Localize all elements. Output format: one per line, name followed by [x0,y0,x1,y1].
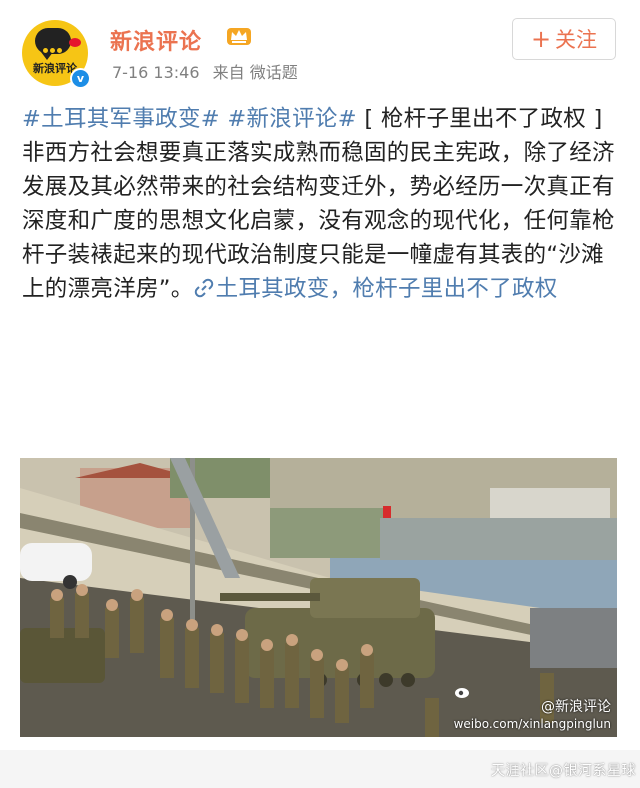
post-image[interactable]: @新浪评论 weibo.com/xinlangpinglun [20,458,617,737]
bubble-dots [43,38,65,53]
watermark-handle: @新浪评论 [541,699,611,715]
verified-badge-icon: v [70,68,91,89]
topic-link[interactable]: #新浪评论# [227,106,357,132]
post-content: #土耳其军事政变# #新浪评论# [ 枪杆子里出不了政权 ] 非西方社会想要真正… [22,102,622,306]
article-link[interactable]: 土耳其政变，枪杆子里出不了政权 [216,276,558,302]
post-meta: 7-16 13:46 来自 微话题 [112,59,306,83]
crown-icon [227,28,251,45]
page-watermark: 天涯社区@银河系星球 [491,763,636,779]
link-icon [194,278,213,298]
post-time: 7-16 13:46 [112,63,200,82]
follow-button[interactable]: + 关注 [512,18,616,60]
follow-label: 关注 [555,28,598,52]
post-header: 新浪评论 v 新浪评论 7-16 13:46 来自 微话题 + 关注 [0,0,640,100]
post-source[interactable]: 来自 微话题 [213,63,298,82]
plus-icon: + [530,25,552,53]
weibo-mark-icon [69,38,81,47]
bottom-bar: 天涯社区@银河系星球 [0,750,640,788]
weibo-logo-icon [454,688,469,698]
watermark-url: weibo.com/xinlangpinglun [453,717,611,731]
post-title: [ 枪杆子里出不了政权 ] [364,106,603,132]
author-name[interactable]: 新浪评论 [110,24,202,56]
image-watermark: @新浪评论 weibo.com/xinlangpinglun [454,685,611,733]
topic-link[interactable]: #土耳其军事政变# [22,106,220,132]
